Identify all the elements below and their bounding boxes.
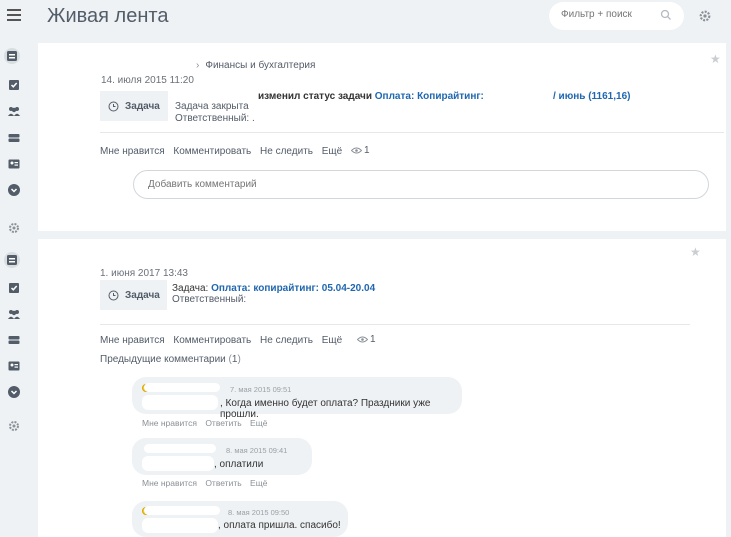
task-badge[interactable]: Задача	[100, 91, 168, 121]
views-counter: 1	[357, 334, 382, 345]
feed-icon[interactable]	[4, 48, 20, 64]
task-link[interactable]: Оплата: копирайтинг: 05.04-20.04	[211, 283, 375, 294]
menu-icon[interactable]	[7, 9, 21, 24]
search-icon[interactable]	[660, 9, 672, 21]
drive-icon-2[interactable]	[6, 332, 22, 348]
gear-icon[interactable]	[698, 9, 712, 23]
comment-like-link[interactable]: Мне нравится	[142, 418, 197, 428]
page-title: Живая лента	[47, 5, 169, 27]
comment-date: 8. мая 2015 09:50	[228, 508, 290, 517]
settings-gear-icon[interactable]	[6, 220, 22, 236]
clock-icon	[108, 101, 119, 111]
post-date: 14. июля 2015 11:20	[101, 75, 194, 86]
task-badge[interactable]: Задача	[100, 280, 167, 310]
drive-icon[interactable]	[6, 130, 22, 146]
comment-bubble-1: 7. мая 2015 09:51 , Когда именно будет о…	[132, 377, 462, 420]
responsible-label: Ответственный:	[172, 294, 247, 305]
unfollow-link[interactable]: Не следить	[260, 146, 313, 157]
comment-more-link[interactable]: Ещё	[250, 418, 267, 428]
more-chevron-icon-2[interactable]	[6, 384, 22, 400]
left-rail	[0, 0, 28, 537]
author-name-redacted	[142, 456, 214, 471]
chevron-right-icon: ›	[196, 60, 200, 71]
comment-bubble-3: 8. мая 2015 09:50 , оплата пришла. спаси…	[132, 501, 348, 537]
search-box[interactable]	[549, 2, 684, 30]
comment-date: 7. мая 2015 09:51	[230, 385, 292, 394]
eye-icon	[351, 147, 363, 154]
contact-card-icon-2[interactable]	[6, 358, 22, 374]
tasks-icon-2[interactable]	[6, 280, 22, 296]
previous-comments-link[interactable]: Предыдущие комментарии (1)	[100, 354, 241, 365]
comment-reply-link[interactable]: Ответить	[205, 478, 241, 488]
comment-reply-link[interactable]: Ответить	[205, 418, 241, 428]
like-link[interactable]: Мне нравится	[100, 146, 165, 157]
task-link-tail[interactable]: / июнь (1161,16)	[553, 91, 630, 102]
post-date: 1. июня 2017 13:43	[100, 268, 188, 279]
clock-icon	[108, 290, 119, 300]
comment-like-link[interactable]: Мне нравится	[142, 478, 197, 488]
comment-date: 8. мая 2015 09:41	[226, 446, 288, 455]
like-link[interactable]: Мне нравится	[100, 335, 165, 346]
author-name-redacted	[144, 506, 220, 515]
comment-more-link[interactable]: Ещё	[250, 478, 267, 488]
comment-bubble-2: 8. мая 2015 09:41 , оплатили	[132, 438, 312, 475]
comment-text: , оплата пришла. спасибо!	[218, 520, 341, 531]
divider	[100, 132, 724, 133]
more-link[interactable]: Ещё	[322, 146, 342, 157]
unfollow-link[interactable]: Не следить	[260, 335, 313, 346]
author-name-redacted	[144, 383, 220, 392]
tasks-icon[interactable]	[6, 77, 22, 93]
comment-link[interactable]: Комментировать	[173, 335, 251, 346]
comment-text: , Когда именно будет оплата? Праздники у…	[220, 398, 431, 420]
users-icon-2[interactable]	[6, 306, 22, 322]
author-name-redacted	[142, 518, 218, 533]
comment-actions: Мне нравится Ответить Ещё	[142, 418, 273, 428]
divider	[100, 324, 690, 325]
feed-icon-2[interactable]	[4, 252, 20, 268]
add-comment-input[interactable]	[146, 178, 450, 191]
post-actions: Мне нравится Комментировать Не следить Е…	[100, 145, 382, 157]
users-icon[interactable]	[6, 103, 22, 119]
status-change-line: изменил статус задачи Оплата: Копирайтин…	[258, 91, 484, 102]
star-icon-2[interactable]: ★	[690, 245, 701, 259]
search-input[interactable]	[559, 8, 663, 21]
author-name-redacted	[142, 395, 218, 410]
feed-post-2: ★ 1. июня 2017 13:43 Задача Задача: Опла…	[38, 239, 726, 537]
views-counter: 1	[351, 145, 376, 156]
breadcrumb[interactable]: › Финансы и бухгалтерия	[196, 60, 315, 71]
author-name-redacted	[144, 444, 216, 453]
add-comment-field[interactable]	[133, 170, 709, 199]
star-icon[interactable]: ★	[710, 52, 721, 66]
responsible-label: Ответственный: .	[175, 113, 255, 124]
settings-gear-icon-2[interactable]	[6, 418, 22, 434]
task-link[interactable]: Оплата: Копирайтинг:	[375, 91, 484, 102]
comment-text: , оплатили	[214, 459, 264, 470]
feed-post-1: ★ › Финансы и бухгалтерия 14. июля 2015 1…	[38, 43, 726, 231]
more-link[interactable]: Ещё	[322, 335, 342, 346]
more-chevron-icon[interactable]	[6, 182, 22, 198]
comment-actions: Мне нравится Ответить Ещё	[142, 478, 273, 488]
task-title-line: Задача: Оплата: копирайтинг: 05.04-20.04	[172, 283, 376, 294]
comment-link[interactable]: Комментировать	[173, 146, 251, 157]
contact-card-icon[interactable]	[6, 156, 22, 172]
eye-icon	[357, 336, 369, 343]
task-closed-text: Задача закрыта	[175, 101, 249, 112]
post-actions: Мне нравится Комментировать Не следить Е…	[100, 334, 388, 346]
